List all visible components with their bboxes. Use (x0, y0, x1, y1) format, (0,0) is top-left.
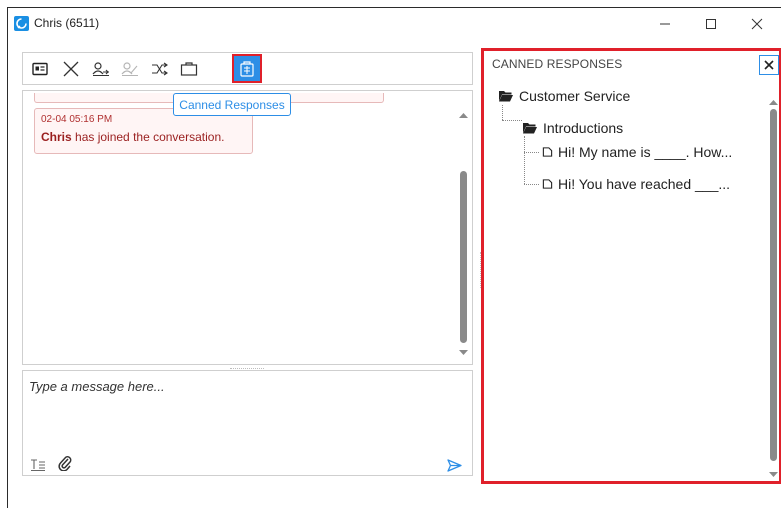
maximize-icon (706, 19, 716, 29)
folder-open-icon (499, 91, 513, 102)
tree-item-response[interactable]: Hi! You have reached ___... (542, 176, 730, 192)
contact-card-icon (32, 62, 48, 76)
close-icon (764, 60, 774, 70)
minimize-icon (660, 23, 670, 25)
contact-card-button[interactable] (29, 58, 51, 80)
close-x-icon (63, 61, 79, 77)
window-title: Chris (6511) (34, 16, 100, 30)
shuffle-button[interactable] (149, 58, 171, 80)
chat-toolbar (22, 52, 473, 85)
panel-title: CANNED RESPONSES (492, 57, 623, 71)
tree-connector (524, 152, 539, 153)
shuffle-icon (152, 62, 168, 76)
conversation-area[interactable]: 02-04 05:16 PM Chris has joined the conv… (22, 90, 473, 365)
text-format-icon[interactable] (30, 459, 46, 471)
close-icon (751, 18, 763, 30)
conference-user-button[interactable] (119, 58, 141, 80)
panel-scrollbar-thumb[interactable] (770, 109, 777, 461)
message-input[interactable] (29, 379, 449, 394)
tree-connector (524, 136, 525, 184)
close-panel-button[interactable] (759, 55, 779, 75)
canned-responses-panel: CANNED RESPONSES Customer Service Introd… (481, 48, 781, 484)
folder-open-icon (523, 123, 537, 134)
tree-folder-introductions[interactable]: Introductions (522, 120, 623, 136)
tree-item-label: Hi! You have reached ___... (558, 176, 731, 192)
message-author: Chris (41, 130, 72, 144)
chat-window: Chris (6511) 02-04 05:16 PM Chris has jo… (7, 7, 781, 508)
paperclip-icon[interactable] (58, 455, 72, 471)
compose-box (22, 370, 473, 476)
user-transfer-icon (92, 62, 109, 76)
send-icon[interactable] (447, 459, 462, 472)
canned-responses-tooltip: Canned Responses (173, 93, 291, 116)
scroll-up-arrow-icon[interactable] (458, 111, 469, 119)
scroll-up-arrow-icon[interactable] (768, 98, 779, 106)
document-icon (542, 179, 553, 189)
message-body: has joined the conversation. (71, 130, 225, 144)
canned-responses-button[interactable] (232, 54, 262, 83)
document-icon (542, 147, 553, 157)
tree-item-response[interactable]: Hi! My name is ____. How... (542, 144, 732, 160)
briefcase-icon (180, 62, 198, 76)
conversation-scrollbar-thumb[interactable] (460, 171, 467, 343)
canned-responses-icon (240, 60, 254, 77)
briefcase-button[interactable] (178, 58, 200, 80)
scroll-down-arrow-icon[interactable] (768, 471, 779, 479)
tree-connector (502, 105, 503, 120)
tree-connector (524, 184, 539, 185)
close-window-button[interactable] (737, 11, 777, 37)
title-bar: Chris (6511) (8, 8, 781, 38)
tree-folder-customer-service[interactable]: Customer Service (498, 88, 630, 104)
transfer-user-button[interactable] (90, 58, 112, 80)
minimize-button[interactable] (645, 11, 685, 37)
scroll-down-arrow-icon[interactable] (458, 349, 469, 357)
tree-folder-label: Introductions (543, 120, 624, 136)
tree-connector (502, 120, 522, 121)
message-text: Chris has joined the conversation. (41, 130, 246, 144)
maximize-button[interactable] (691, 11, 731, 37)
users-disabled-icon (121, 62, 138, 76)
end-chat-button[interactable] (60, 58, 82, 80)
tree-item-label: Hi! My name is ____. How... (558, 144, 733, 160)
tree-folder-label: Customer Service (519, 88, 631, 104)
app-logo-icon (14, 16, 29, 31)
